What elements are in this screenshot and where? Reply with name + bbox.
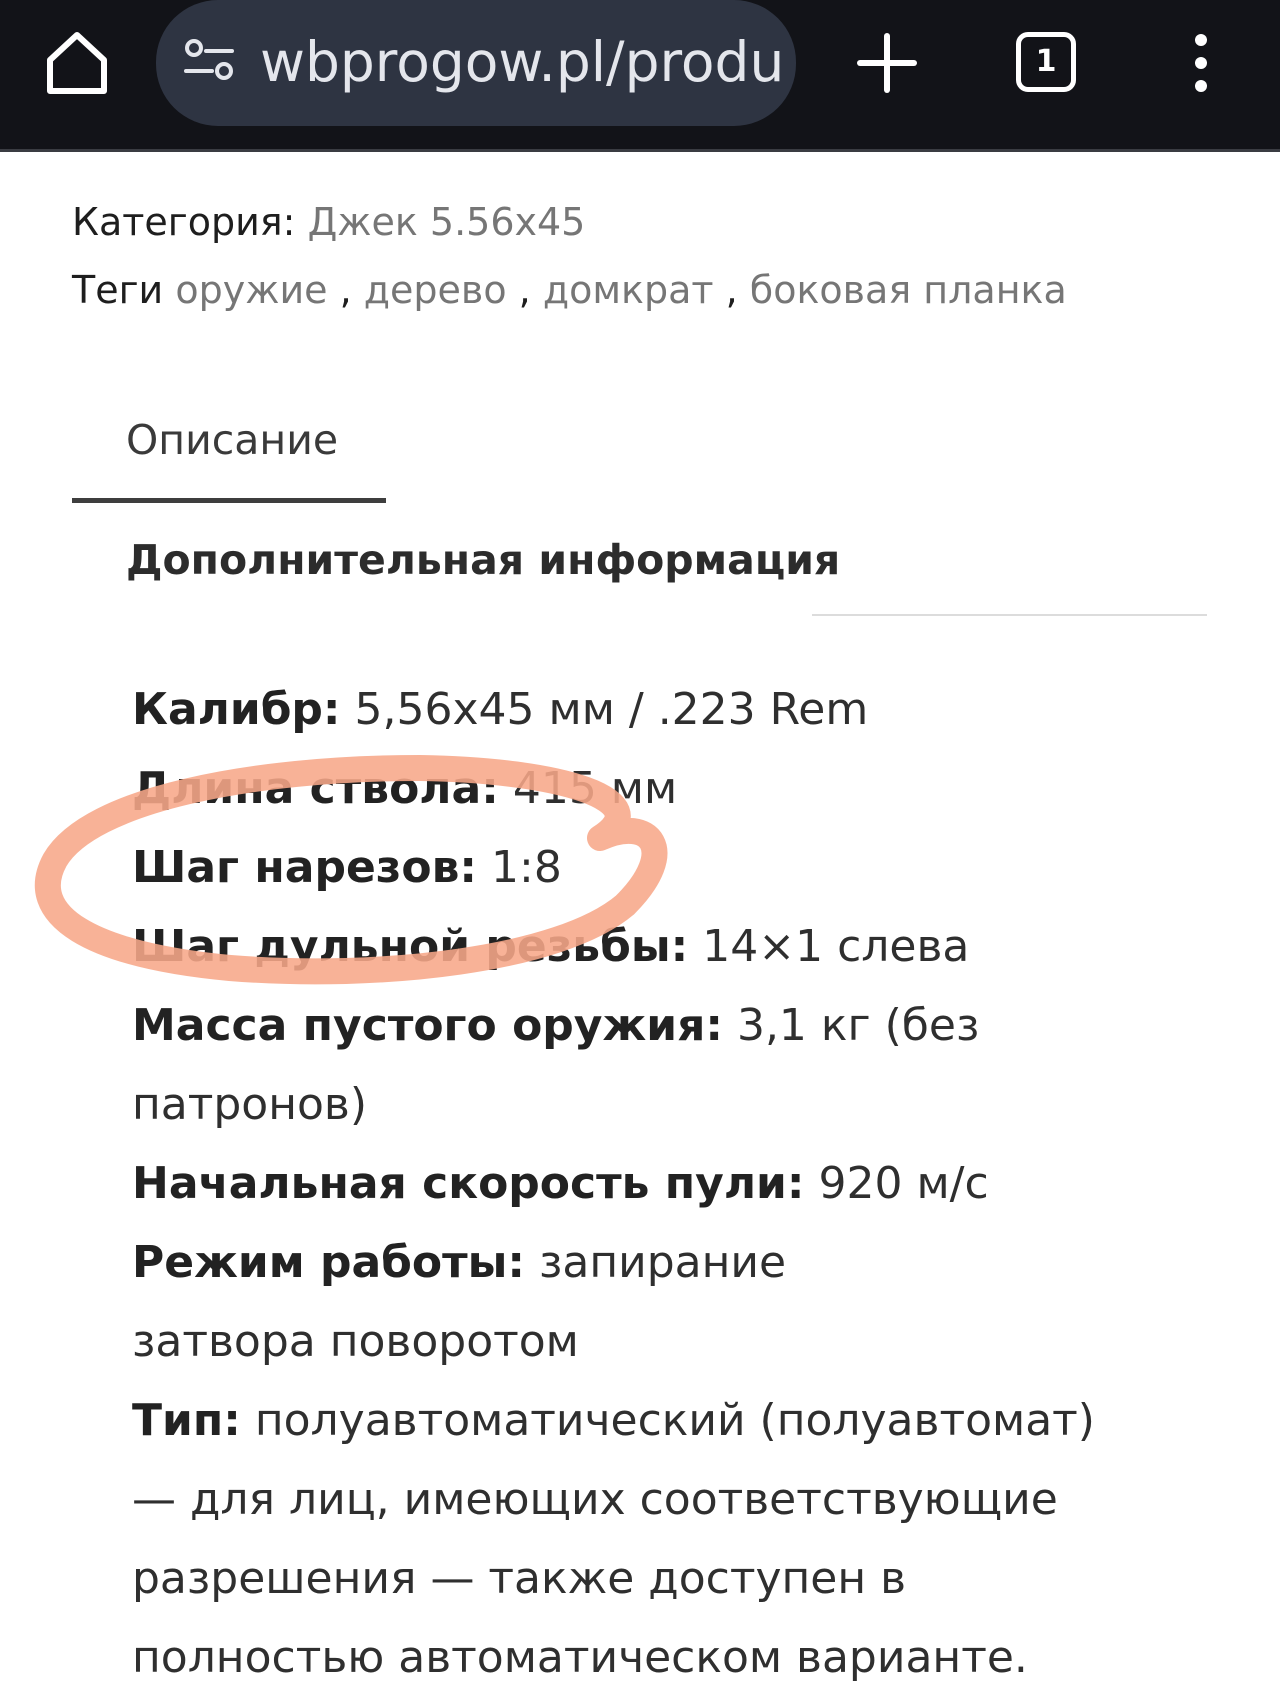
spec-barrel-length: Длина ствола: 415 мм xyxy=(132,749,1212,828)
browser-toolbar: wbprogow.pl/produk 1 xyxy=(0,0,1280,152)
spec-value: 5,56x45 мм / .223 Rem xyxy=(354,684,869,735)
spec-operation: Режим работы: запирание затвора поворото… xyxy=(132,1223,892,1381)
plus-icon[interactable] xyxy=(854,30,920,96)
tags-label: Теги xyxy=(72,268,164,312)
spec-value: 1:8 xyxy=(491,842,562,893)
product-category: Категория: Джек 5.56x45 xyxy=(72,197,585,247)
tag-link[interactable]: боковая планка xyxy=(750,268,1067,312)
tab-switcher-button[interactable]: 1 xyxy=(1016,32,1076,92)
tab-description[interactable]: Описание xyxy=(126,412,338,468)
kebab-menu-icon[interactable] xyxy=(1186,30,1216,96)
spec-label: Режим работы: xyxy=(132,1237,526,1288)
site-settings-icon[interactable] xyxy=(182,36,236,86)
active-tab-indicator xyxy=(72,498,386,503)
address-bar[interactable]: wbprogow.pl/produk xyxy=(156,0,796,126)
spec-empty-weight: Масса пустого оружия: 3,1 кг (без патрон… xyxy=(132,986,1212,1144)
spec-value: 415 мм xyxy=(512,763,678,814)
tag-separator: , xyxy=(327,268,364,312)
home-icon[interactable] xyxy=(44,28,110,98)
spec-label: Начальная скорость пули: xyxy=(132,1158,805,1209)
spec-label: Тип: xyxy=(132,1395,241,1446)
spec-label: Масса пустого оружия: xyxy=(132,1000,723,1051)
spec-muzzle-thread: Шаг дульной резьбы: 14×1 слева xyxy=(132,907,1212,986)
spec-muzzle-velocity: Начальная скорость пули: 920 м/с xyxy=(132,1144,1212,1223)
tag-separator: , xyxy=(713,268,750,312)
category-link[interactable]: Джек 5.56x45 xyxy=(308,200,586,244)
spec-value: полуавтоматический (полуавтомат) — для л… xyxy=(132,1395,1095,1683)
tag-link[interactable]: оружие xyxy=(175,268,327,312)
spec-value: 14×1 слева xyxy=(702,921,970,972)
divider xyxy=(812,614,1207,616)
specs-list: Калибр: 5,56x45 мм / .223 Rem Длина ство… xyxy=(132,670,1212,1697)
category-label: Категория: xyxy=(72,200,296,244)
spec-type: Тип: полуавтоматический (полуавтомат) — … xyxy=(132,1381,1132,1697)
url-text[interactable]: wbprogow.pl/produk xyxy=(260,24,780,100)
spec-label: Шаг нарезов: xyxy=(132,842,478,893)
product-tags: Теги оружие , дерево , домкрат , боковая… xyxy=(72,265,1067,315)
spec-label: Длина ствола: xyxy=(132,763,499,814)
tag-link[interactable]: дерево xyxy=(364,268,507,312)
spec-label: Шаг дульной резьбы: xyxy=(132,921,689,972)
spec-value: 920 м/с xyxy=(818,1158,989,1209)
spec-rifling-twist: Шаг нарезов: 1:8 xyxy=(132,828,1212,907)
spec-caliber: Калибр: 5,56x45 мм / .223 Rem xyxy=(132,670,1212,749)
tab-additional-information[interactable]: Дополнительная информация xyxy=(126,532,840,588)
tag-separator: , xyxy=(506,268,543,312)
spec-label: Калибр: xyxy=(132,684,341,735)
tag-link[interactable]: домкрат xyxy=(543,268,714,312)
